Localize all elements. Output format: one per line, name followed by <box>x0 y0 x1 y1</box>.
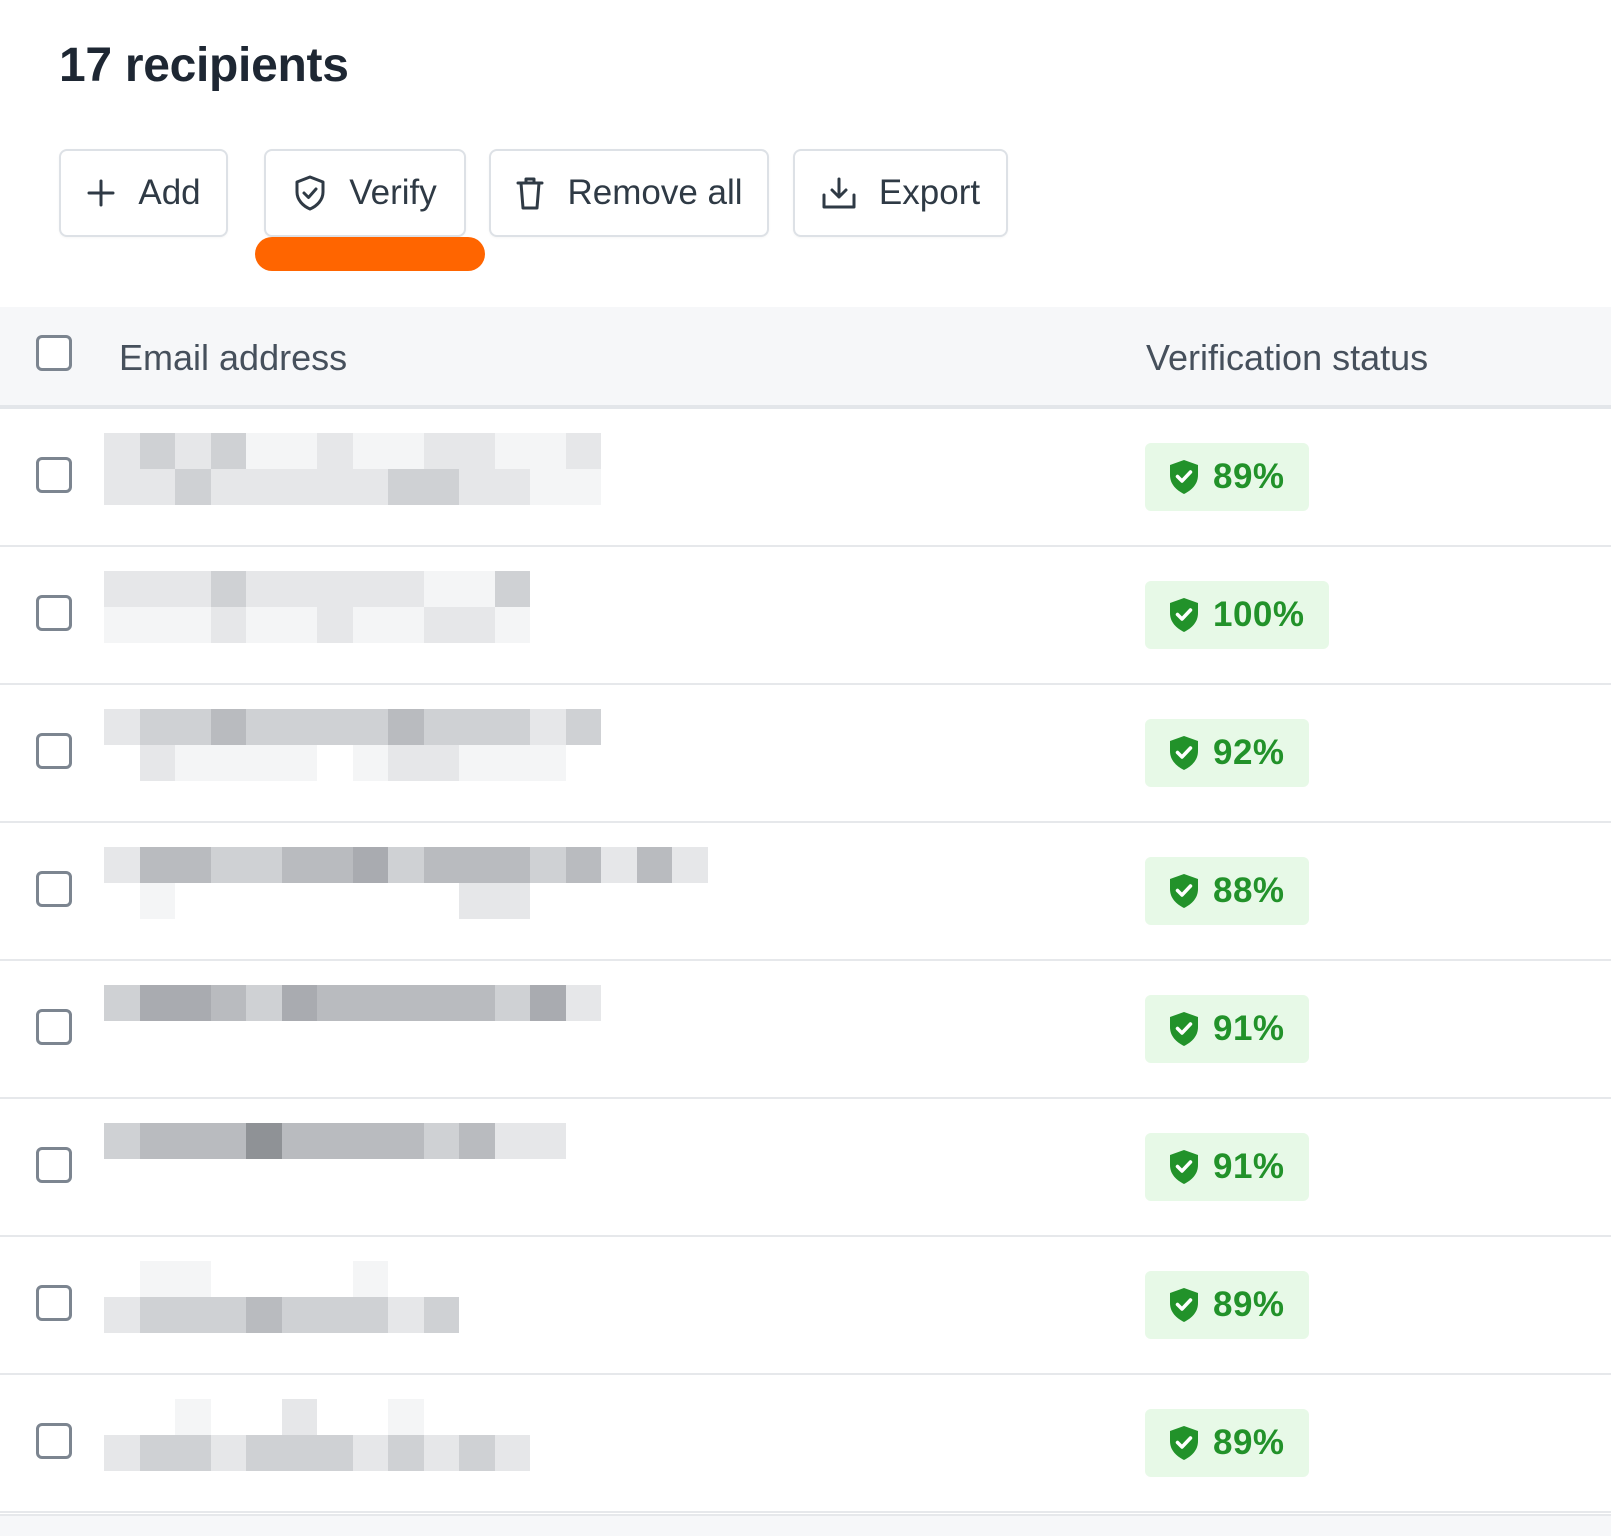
trash-icon <box>515 175 545 211</box>
verification-score: 91% <box>1213 1147 1285 1186</box>
row-checkbox[interactable] <box>36 1423 72 1459</box>
row-checkbox[interactable] <box>36 1147 72 1183</box>
table-row[interactable]: 89% <box>0 409 1611 547</box>
shield-check-icon <box>293 174 327 212</box>
email-address-redacted <box>104 1261 708 1333</box>
row-checkbox[interactable] <box>36 871 72 907</box>
remove-all-button-label: Remove all <box>567 173 743 212</box>
shield-check-icon <box>1167 734 1201 772</box>
table-row[interactable]: 92% <box>0 685 1611 823</box>
add-button[interactable]: Add <box>59 149 228 237</box>
verification-status-badge: 92% <box>1145 719 1309 787</box>
row-checkbox[interactable] <box>36 1009 72 1045</box>
email-address-redacted <box>104 985 708 1057</box>
remove-all-button[interactable]: Remove all <box>489 149 769 237</box>
download-icon <box>821 176 857 210</box>
shield-check-icon <box>1167 458 1201 496</box>
verification-score: 89% <box>1213 457 1285 496</box>
verification-status-badge: 91% <box>1145 995 1309 1063</box>
shield-check-icon <box>1167 1010 1201 1048</box>
table-row[interactable]: 88% <box>0 823 1611 961</box>
verification-score: 88% <box>1213 871 1285 910</box>
email-address-redacted <box>104 847 708 919</box>
verification-score: 92% <box>1213 733 1285 772</box>
table-row[interactable]: 91% <box>0 1099 1611 1237</box>
verification-status-badge: 89% <box>1145 1271 1309 1339</box>
email-address-redacted <box>104 1123 708 1195</box>
verification-score: 91% <box>1213 1009 1285 1048</box>
email-address-redacted <box>104 709 708 781</box>
row-checkbox[interactable] <box>36 457 72 493</box>
verification-status-badge: 89% <box>1145 1409 1309 1477</box>
row-checkbox[interactable] <box>36 1285 72 1321</box>
verify-button[interactable]: Verify <box>264 149 466 237</box>
select-all-checkbox[interactable] <box>36 335 72 371</box>
page-title: 17 recipients <box>59 39 349 92</box>
column-header-verification-status: Verification status <box>1146 337 1429 378</box>
focus-indicator <box>255 237 485 271</box>
shield-check-icon <box>1167 596 1201 634</box>
add-button-label: Add <box>138 173 201 212</box>
table-row[interactable]: 100% <box>0 547 1611 685</box>
table-row[interactable]: 91% <box>0 961 1611 1099</box>
verification-score: 89% <box>1213 1423 1285 1462</box>
email-address-redacted <box>104 433 708 505</box>
verification-score: 100% <box>1213 595 1305 634</box>
table-row[interactable]: 89% <box>0 1237 1611 1375</box>
shield-check-icon <box>1167 1286 1201 1324</box>
row-checkbox[interactable] <box>36 733 72 769</box>
shield-check-icon <box>1167 872 1201 910</box>
verify-button-label: Verify <box>349 173 437 212</box>
verification-status-badge: 91% <box>1145 1133 1309 1201</box>
export-button[interactable]: Export <box>793 149 1008 237</box>
column-header-email: Email address <box>119 337 348 378</box>
export-button-label: Export <box>878 173 981 212</box>
email-address-redacted <box>104 571 708 643</box>
row-checkbox[interactable] <box>36 595 72 631</box>
verification-status-badge: 88% <box>1145 857 1309 925</box>
plus-icon <box>86 178 116 208</box>
email-address-redacted <box>104 1399 708 1471</box>
table-header: Email address Verification status <box>0 307 1611 409</box>
table-footer-edge <box>0 1514 1611 1536</box>
table-row[interactable]: 89% <box>0 1375 1611 1513</box>
verification-status-badge: 89% <box>1145 443 1309 511</box>
verification-status-badge: 100% <box>1145 581 1329 649</box>
verification-score: 89% <box>1213 1285 1285 1324</box>
shield-check-icon <box>1167 1424 1201 1462</box>
shield-check-icon <box>1167 1148 1201 1186</box>
